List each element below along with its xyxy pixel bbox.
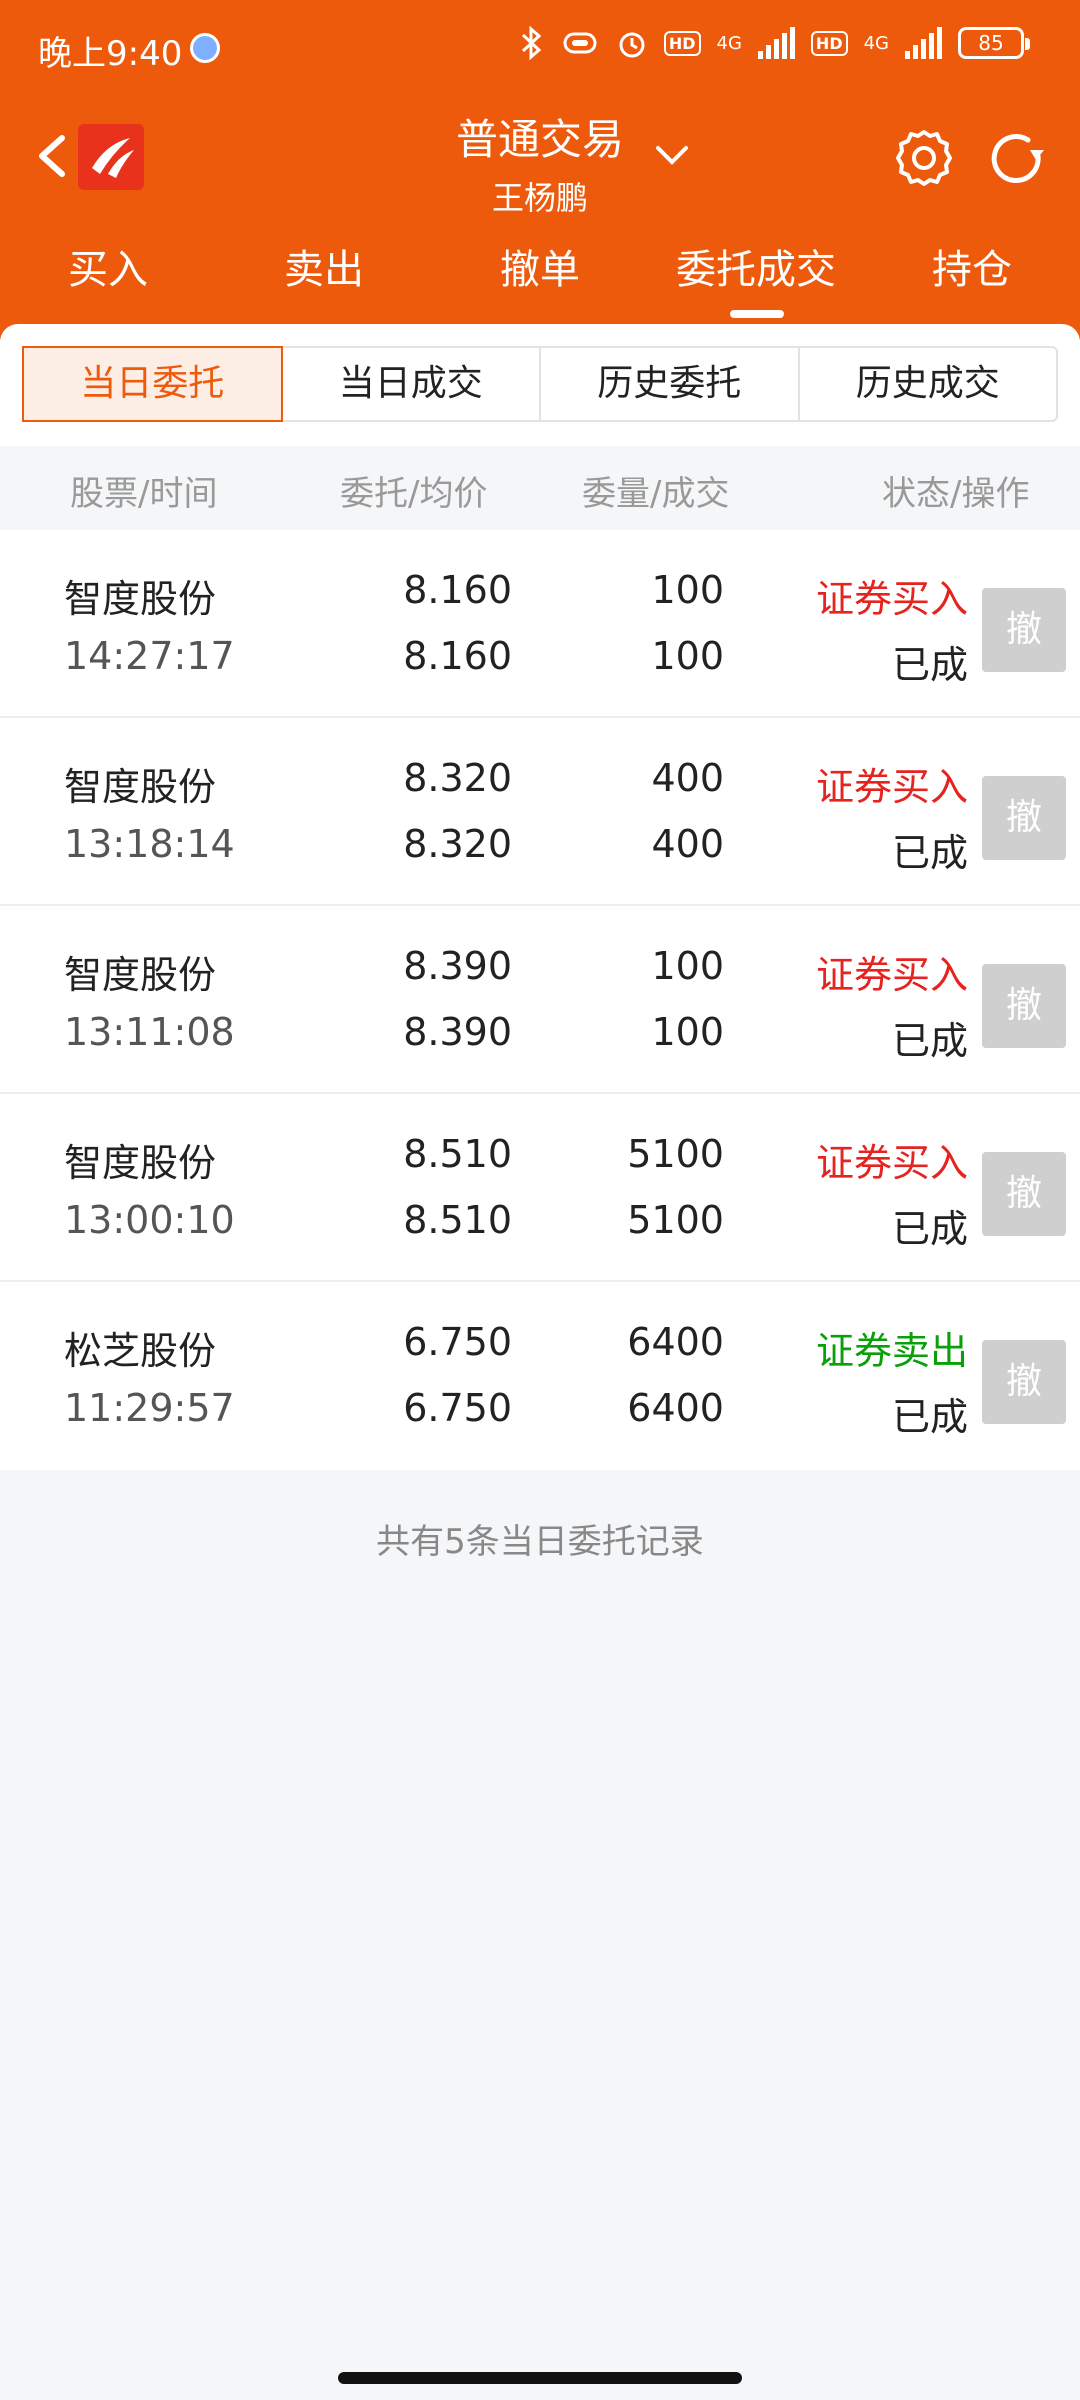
alarm-icon [619,32,645,58]
order-qty: 100 [651,944,724,988]
table-row[interactable]: 松芝股份 11:29:57 6.750 6.750 6400 6400 证券卖出… [0,1282,1080,1470]
avg-price: 8.160 [403,634,512,678]
header-quantity: 委量/成交 [582,474,730,514]
order-state: 已成 [891,1395,968,1439]
order-time: 11:29:57 [64,1386,235,1430]
order-qty: 5100 [627,1132,724,1176]
do-not-disturb-icon [190,33,220,63]
order-type: 证券买入 [815,953,968,997]
cancel-order-button[interactable]: 撤 [982,588,1066,672]
header-price: 委托/均价 [340,474,488,514]
status-time: 晚上9:40 [38,34,183,74]
order-state: 已成 [891,831,968,875]
tab-cancel-order[interactable]: 撤单 [432,240,648,320]
filled-qty: 6400 [627,1386,724,1430]
signal-strength-icon-2 [905,27,942,59]
order-state: 已成 [891,1207,968,1251]
table-row[interactable]: 智度股份 13:18:14 8.320 8.320 400 400 证券买入 已… [0,718,1080,906]
tab-positions[interactable]: 持仓 [864,240,1080,320]
home-indicator[interactable] [338,2372,742,2384]
filled-qty: 100 [651,1010,724,1054]
header-bar: 晚上9:40 HD 4G HD 4G 85 普通交易 王杨鹏 买入 卖出 撤单 … [0,0,1080,340]
avg-price: 8.510 [403,1198,512,1242]
filled-qty: 100 [651,634,724,678]
table-row[interactable]: 智度股份 13:11:08 8.390 8.390 100 100 证券买入 已… [0,906,1080,1094]
chevron-down-icon[interactable] [652,140,692,170]
order-price: 8.390 [403,944,512,988]
order-type: 证券买入 [815,577,968,621]
order-price: 8.320 [403,756,512,800]
table-header: 股票/时间 委托/均价 委量/成交 状态/操作 [0,446,1080,530]
cancel-order-button[interactable]: 撤 [982,1152,1066,1236]
stock-name: 智度股份 [64,953,217,997]
order-price: 6.750 [403,1320,512,1364]
status-bar: 晚上9:40 HD 4G HD 4G 85 [0,0,1080,96]
order-type: 证券买入 [815,765,968,809]
cancel-order-button[interactable]: 撤 [982,964,1066,1048]
order-price: 8.510 [403,1132,512,1176]
tab-orders-deals[interactable]: 委托成交 [648,240,864,320]
stock-name: 智度股份 [64,1141,217,1185]
battery-icon: 85 [958,27,1030,59]
network-type-label: 4G [716,32,742,54]
order-state: 已成 [891,1019,968,1063]
hd-voice-badge: HD [663,30,701,56]
filled-qty: 400 [651,822,724,866]
order-qty: 400 [651,756,724,800]
gear-icon[interactable] [892,126,956,190]
segment-history-orders[interactable]: 历史委托 [541,348,800,420]
header-status-action: 状态/操作 [882,474,1030,514]
segment-panel: 当日委托 当日成交 历史委托 历史成交 [0,324,1080,446]
order-state: 已成 [891,643,968,687]
segment-today-deals[interactable]: 当日成交 [283,348,541,420]
order-time: 13:11:08 [64,1010,235,1054]
orders-table: 智度股份 14:27:17 8.160 8.160 100 100 证券买入 已… [0,530,1080,1470]
tab-sell[interactable]: 卖出 [216,240,432,320]
network-type-label-2: 4G [863,32,889,54]
segment-control: 当日委托 当日成交 历史委托 历史成交 [22,346,1058,422]
header-stock-time: 股票/时间 [70,474,218,514]
vibrate-icon [563,32,597,54]
segment-today-orders[interactable]: 当日委托 [22,346,283,422]
cancel-order-button[interactable]: 撤 [982,776,1066,860]
avg-price: 8.320 [403,822,512,866]
cancel-order-button[interactable]: 撤 [982,1340,1066,1424]
signal-strength-icon [757,27,795,59]
avg-price: 8.390 [403,1010,512,1054]
battery-level: 85 [978,31,1004,55]
hd-voice-badge-2: HD [810,30,848,56]
bluetooth-icon [521,26,542,60]
order-type: 证券卖出 [815,1329,968,1373]
status-icons: HD 4G HD 4G 85 [520,26,1030,60]
table-row[interactable]: 智度股份 14:27:17 8.160 8.160 100 100 证券买入 已… [0,530,1080,718]
order-time: 14:27:17 [64,634,235,678]
table-row[interactable]: 智度股份 13:00:10 8.510 8.510 5100 5100 证券买入… [0,1094,1080,1282]
order-time: 13:18:14 [64,822,235,866]
stock-name: 智度股份 [64,765,217,809]
page-title: 普通交易 [455,115,624,164]
order-time: 13:00:10 [64,1198,235,1242]
order-qty: 6400 [627,1320,724,1364]
refresh-icon[interactable] [984,126,1050,192]
records-summary: 共有5条当日委托记录 [376,1522,704,1562]
avg-price: 6.750 [403,1386,512,1430]
filled-qty: 5100 [627,1198,724,1242]
stock-name: 松芝股份 [64,1329,217,1373]
order-price: 8.160 [403,568,512,612]
order-type: 证券买入 [815,1141,968,1185]
segment-history-deals[interactable]: 历史成交 [800,348,1057,420]
stock-name: 智度股份 [64,577,217,621]
order-qty: 100 [651,568,724,612]
tab-buy[interactable]: 买入 [0,240,216,320]
trade-tabs: 买入 卖出 撤单 委托成交 持仓 [0,240,1080,320]
